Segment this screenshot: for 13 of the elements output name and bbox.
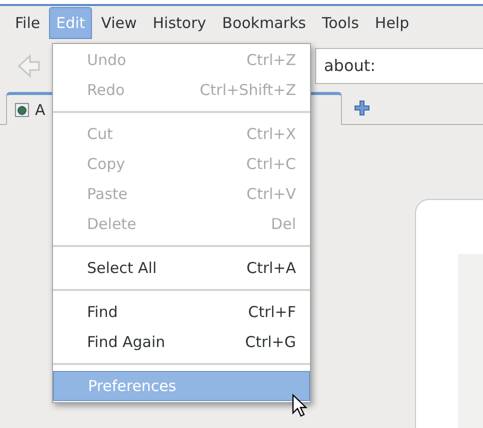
globe-icon — [15, 103, 29, 117]
menu-bar-item[interactable]: Tools — [314, 7, 366, 39]
menu-item[interactable]: Find Ctrl+F — [53, 297, 310, 327]
plus-icon[interactable] — [354, 100, 370, 116]
menu-bar-item[interactable]: Bookmarks — [215, 7, 313, 39]
menu-item[interactable]: Select All Ctrl+A — [53, 253, 310, 283]
menu-bar-item[interactable]: History — [146, 7, 214, 39]
tab-title: A — [35, 100, 46, 121]
menu-item[interactable]: Find Again Ctrl+G — [53, 327, 310, 357]
menu-bar-item[interactable]: View — [94, 7, 144, 39]
menu-bar-item[interactable]: File — [8, 7, 48, 39]
address-field[interactable]: about: — [315, 48, 483, 84]
menu-bar-item[interactable]: Help — [368, 7, 416, 39]
